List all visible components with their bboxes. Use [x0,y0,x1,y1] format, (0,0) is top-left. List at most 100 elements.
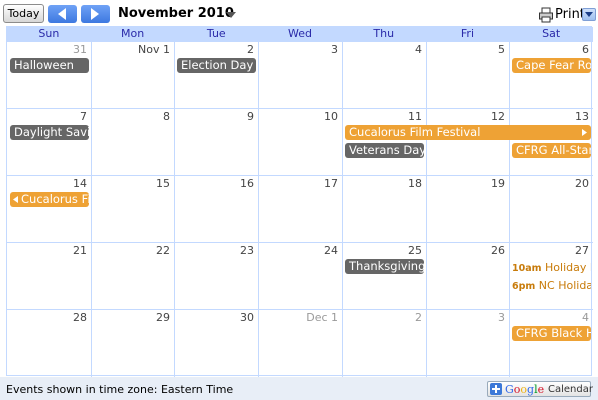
chevron-down-icon[interactable] [226,12,236,18]
timezone-text: Events shown in time zone: Eastern Time [6,383,234,396]
day-number[interactable]: 20 [575,177,589,191]
day-cell[interactable]: 23 [174,243,258,310]
day-cell[interactable]: 26 [426,243,509,310]
day-number[interactable]: Nov 1 [138,43,170,57]
day-number[interactable]: 23 [240,244,254,258]
day-number[interactable]: 16 [240,177,254,191]
timed-event[interactable]: 6pm NC Holida [512,278,591,294]
event-title: Cape Fear Ro [516,58,591,72]
event-chip[interactable]: CFRG Black H [512,326,591,341]
day-cell[interactable]: 6 [509,42,593,109]
day-number[interactable]: 7 [80,110,87,124]
day-number[interactable]: 30 [240,311,254,325]
previous-month-button[interactable] [48,5,77,23]
day-cell[interactable]: 18 [342,176,426,243]
event-title: CFRG All-Star [516,143,591,157]
day-number[interactable]: 15 [156,177,170,191]
event-title: Cucalorus Fi [21,192,89,206]
day-cell[interactable]: 15 [91,176,174,243]
day-cell[interactable]: 22 [91,243,174,310]
event-title: Election Day [181,58,254,72]
event-chip[interactable]: Halloween [10,58,89,73]
event-chip[interactable]: Daylight Savi [10,125,89,140]
today-button[interactable]: Today [3,4,44,23]
event-chip[interactable]: CFRG All-Star [512,143,591,158]
event-chip[interactable]: Cucalorus Film Festival [345,125,591,140]
day-cell[interactable]: 2 [342,310,426,377]
dow-sun: Sun [38,27,60,40]
add-to-google-calendar-button[interactable]: Google Calendar [487,381,593,397]
day-cell[interactable]: 29 [91,310,174,377]
day-number[interactable]: 19 [491,177,505,191]
day-cell[interactable]: 7 [7,109,91,176]
arrow-right-icon [91,8,99,20]
day-number[interactable]: 31 [73,43,87,57]
day-cell[interactable]: 5 [426,42,509,109]
day-cell[interactable]: Nov 1 [91,42,174,109]
day-cell[interactable]: 3 [426,310,509,377]
next-month-button[interactable] [81,5,110,23]
event-title: Thanksgiving [349,259,424,273]
arrow-left-icon [58,8,66,20]
event-chip[interactable]: Veterans Day [345,143,424,158]
day-number[interactable]: 4 [415,43,422,57]
day-number[interactable]: 5 [498,43,505,57]
month-grid: Sun Mon Tue Wed Thu Fri Sat 31 Nov 123456… [6,26,593,377]
dow-thu: Thu [373,27,395,40]
day-cell[interactable]: 9 [174,109,258,176]
day-number[interactable]: 8 [163,110,170,124]
day-cell[interactable]: 4 [342,42,426,109]
day-number[interactable]: 28 [73,311,87,325]
day-cell[interactable]: 27 [509,243,593,310]
day-cell[interactable]: 14 [7,176,91,243]
day-number[interactable]: 22 [156,244,170,258]
day-cell[interactable]: 3 [258,42,342,109]
day-cell[interactable]: 19 [426,176,509,243]
day-number[interactable]: 26 [491,244,505,258]
day-number[interactable]: 24 [324,244,338,258]
day-number[interactable]: 3 [498,311,505,325]
day-cell[interactable]: 17 [258,176,342,243]
day-number[interactable]: 14 [73,177,87,191]
day-cell[interactable]: 28 [7,310,91,377]
day-number[interactable]: 18 [408,177,422,191]
day-cell[interactable]: 20 [509,176,593,243]
day-cell[interactable]: 12 [426,109,509,176]
print-button[interactable]: Print [538,6,585,23]
timed-event[interactable]: 10am Holiday F [512,260,591,276]
day-number[interactable]: 2 [415,311,422,325]
event-title: Halloween [14,58,74,72]
day-cell[interactable]: 4 [509,310,593,377]
day-number[interactable]: 17 [324,177,338,191]
day-cell[interactable]: 31 [7,42,91,109]
event-title: Daylight Savi [14,125,89,139]
day-cell[interactable]: Dec 1 [258,310,342,377]
day-number[interactable]: 21 [73,244,87,258]
day-cell[interactable]: 21 [7,243,91,310]
day-number[interactable]: 2 [247,43,254,57]
day-cell[interactable]: 25 [342,243,426,310]
day-number[interactable]: Dec 1 [306,311,338,325]
event-chip[interactable]: Cucalorus Fi [10,192,89,207]
day-cell[interactable]: 2 [174,42,258,109]
day-number[interactable]: 4 [582,311,589,325]
event-chip[interactable]: Election Day [177,58,256,73]
day-cell[interactable]: 16 [174,176,258,243]
day-number[interactable]: 10 [324,110,338,124]
day-cell[interactable]: 8 [91,109,174,176]
day-cell[interactable]: 10 [258,109,342,176]
event-chip[interactable]: Cape Fear Ro [512,58,591,73]
day-cell[interactable]: 30 [174,310,258,377]
day-number[interactable]: 11 [408,110,422,124]
settings-dropdown[interactable] [582,8,596,21]
day-number[interactable]: 27 [575,244,589,258]
day-number[interactable]: 9 [247,110,254,124]
day-number[interactable]: 12 [491,110,505,124]
event-chip[interactable]: Thanksgiving [345,259,424,274]
day-number[interactable]: 13 [575,110,589,124]
day-cell[interactable]: 24 [258,243,342,310]
day-number[interactable]: 6 [582,43,589,57]
day-number[interactable]: 25 [408,244,422,258]
day-number[interactable]: 29 [156,311,170,325]
day-number[interactable]: 3 [331,43,338,57]
